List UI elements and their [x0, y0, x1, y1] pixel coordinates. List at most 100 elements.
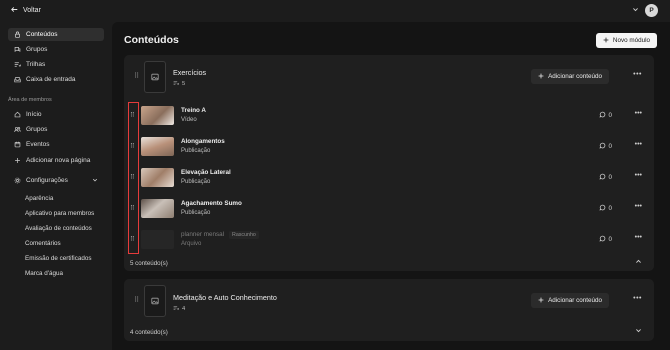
content-thumbnail: [141, 168, 174, 187]
content-row[interactable]: ⠿ Elevação Lateral Publicação 0 •••: [124, 163, 654, 194]
comment-icon: [599, 204, 606, 213]
avatar[interactable]: P: [645, 4, 658, 17]
sidebar-item-adicionar-pagina[interactable]: Adicionar nova página: [8, 154, 104, 167]
comments-count[interactable]: 0: [599, 173, 612, 182]
module-footer-count: 5 conteúdo(s): [130, 260, 168, 267]
chevron-down-icon[interactable]: [632, 6, 639, 15]
more-options-icon[interactable]: •••: [633, 295, 642, 302]
plus-icon: [538, 297, 544, 305]
comment-icon: [599, 173, 606, 182]
settings-item-avaliacao[interactable]: Avaliação de conteúdos: [25, 225, 92, 232]
comments-count[interactable]: 0: [599, 235, 612, 244]
content-thumbnail: [141, 106, 174, 125]
image-icon: [151, 297, 159, 305]
new-module-button[interactable]: Novo módulo: [595, 33, 657, 48]
sidebar-item-grupos[interactable]: Grupos: [8, 43, 104, 56]
sidebar-item-trilhas[interactable]: Trilhas: [8, 58, 104, 71]
sidebar: Conteúdos Grupos Trilhas Caixa de entrad…: [0, 22, 112, 350]
content-title: planner mensal: [181, 231, 225, 238]
settings-item-aparencia[interactable]: Aparência: [25, 195, 53, 202]
module-thumbnail[interactable]: [144, 285, 166, 317]
content-type: Publicação: [181, 148, 211, 154]
content-type: Publicação: [181, 179, 211, 185]
content-title: Agachamento Sumo: [181, 200, 242, 207]
more-options-icon[interactable]: •••: [635, 172, 642, 179]
more-options-icon[interactable]: •••: [635, 203, 642, 210]
comments-value: 0: [608, 112, 612, 119]
back-button[interactable]: Voltar: [11, 6, 41, 15]
content-type: Publicação: [181, 210, 211, 216]
inbox-icon: [14, 76, 21, 83]
sidebar-item-label: Adicionar nova página: [26, 157, 91, 164]
calendar-icon: [14, 141, 21, 148]
module-title[interactable]: Meditação e Auto Conhecimento: [173, 293, 277, 302]
drag-handle-icon[interactable]: ⠿: [130, 204, 135, 212]
sidebar-item-label: Conteúdos: [26, 31, 58, 38]
comments-count[interactable]: 0: [599, 111, 612, 120]
list-icon: [173, 305, 180, 313]
chat-icon: [14, 46, 21, 53]
drag-handle-icon[interactable]: ⠿: [130, 235, 135, 243]
more-options-icon[interactable]: •••: [635, 110, 642, 117]
add-content-label: Adicionar conteúdo: [548, 297, 602, 304]
sidebar-item-label: Grupos: [26, 46, 48, 53]
module-thumbnail[interactable]: [144, 61, 166, 93]
sidebar-item-grupos-membros[interactable]: Grupos: [8, 123, 104, 136]
content-row[interactable]: ⠿ Alongamentos Publicação 0 •••: [124, 132, 654, 163]
comment-icon: [599, 235, 606, 244]
drag-handle-icon[interactable]: ⠿: [130, 142, 135, 150]
comments-count[interactable]: 0: [599, 204, 612, 213]
more-options-icon[interactable]: •••: [635, 141, 642, 148]
drag-handle-icon[interactable]: ⠿: [130, 173, 135, 181]
module-count-value: 4: [182, 306, 186, 312]
drag-handle-icon[interactable]: ⠿: [134, 296, 139, 304]
comments-value: 0: [608, 143, 612, 150]
image-icon: [151, 73, 159, 81]
arrow-left-icon: [11, 6, 18, 15]
lock-icon: [14, 31, 21, 38]
content-row[interactable]: ⠿ Treino A Vídeo 0 •••: [124, 101, 654, 132]
back-label: Voltar: [23, 7, 41, 14]
comments-count[interactable]: 0: [599, 142, 612, 151]
sidebar-item-label: Início: [26, 111, 42, 118]
new-module-label: Novo módulo: [612, 37, 650, 44]
content-type: Vídeo: [181, 117, 197, 123]
content-type: Arquivo: [181, 241, 202, 247]
settings-item-certificados[interactable]: Emissão de certificados: [25, 255, 92, 262]
more-options-icon[interactable]: •••: [633, 71, 642, 78]
content-thumbnail: [141, 137, 174, 156]
gear-icon: [14, 177, 21, 184]
drag-handle-icon[interactable]: ⠿: [134, 72, 139, 80]
add-content-button[interactable]: Adicionar conteúdo: [531, 69, 609, 84]
sidebar-item-caixa-de-entrada[interactable]: Caixa de entrada: [8, 73, 104, 86]
sidebar-item-label: Eventos: [26, 141, 50, 148]
sidebar-item-conteudos[interactable]: Conteúdos: [8, 28, 104, 41]
sidebar-item-configuracoes[interactable]: Configurações: [8, 174, 104, 187]
content-title: Elevação Lateral: [181, 169, 231, 176]
list-icon: [14, 61, 21, 68]
chevron-up-icon[interactable]: [635, 258, 642, 267]
content-row[interactable]: ⠿ planner mensal Rascunho Arquivo 0 •••: [124, 225, 654, 256]
more-options-icon[interactable]: •••: [635, 234, 642, 241]
top-bar: Voltar P: [0, 0, 670, 22]
content-title: Treino A: [181, 107, 206, 114]
sidebar-item-label: Configurações: [26, 177, 68, 184]
sidebar-item-label: Caixa de entrada: [26, 76, 76, 83]
module-header: ⠿ Meditação e Auto Conhecimento 4 Adicio…: [124, 279, 654, 323]
module-count-value: 5: [182, 81, 186, 87]
users-icon: [14, 126, 21, 133]
settings-item-comentarios[interactable]: Comentários: [25, 240, 61, 247]
settings-item-marca-dagua[interactable]: Marca d'água: [25, 270, 63, 277]
drag-handle-icon[interactable]: ⠿: [130, 111, 135, 119]
module-count: 4: [173, 305, 185, 313]
comments-value: 0: [608, 174, 612, 181]
plus-icon: [538, 73, 544, 81]
page-title: Conteúdos: [124, 34, 179, 46]
content-row[interactable]: ⠿ Agachamento Sumo Publicação 0 •••: [124, 194, 654, 225]
settings-item-aplicativo[interactable]: Aplicativo para membros: [25, 210, 94, 217]
module-title[interactable]: Exercícios: [173, 68, 206, 77]
sidebar-item-inicio[interactable]: Início: [8, 108, 104, 121]
sidebar-item-eventos[interactable]: Eventos: [8, 138, 104, 151]
add-content-button[interactable]: Adicionar conteúdo: [531, 293, 609, 308]
chevron-down-icon[interactable]: [635, 327, 642, 336]
